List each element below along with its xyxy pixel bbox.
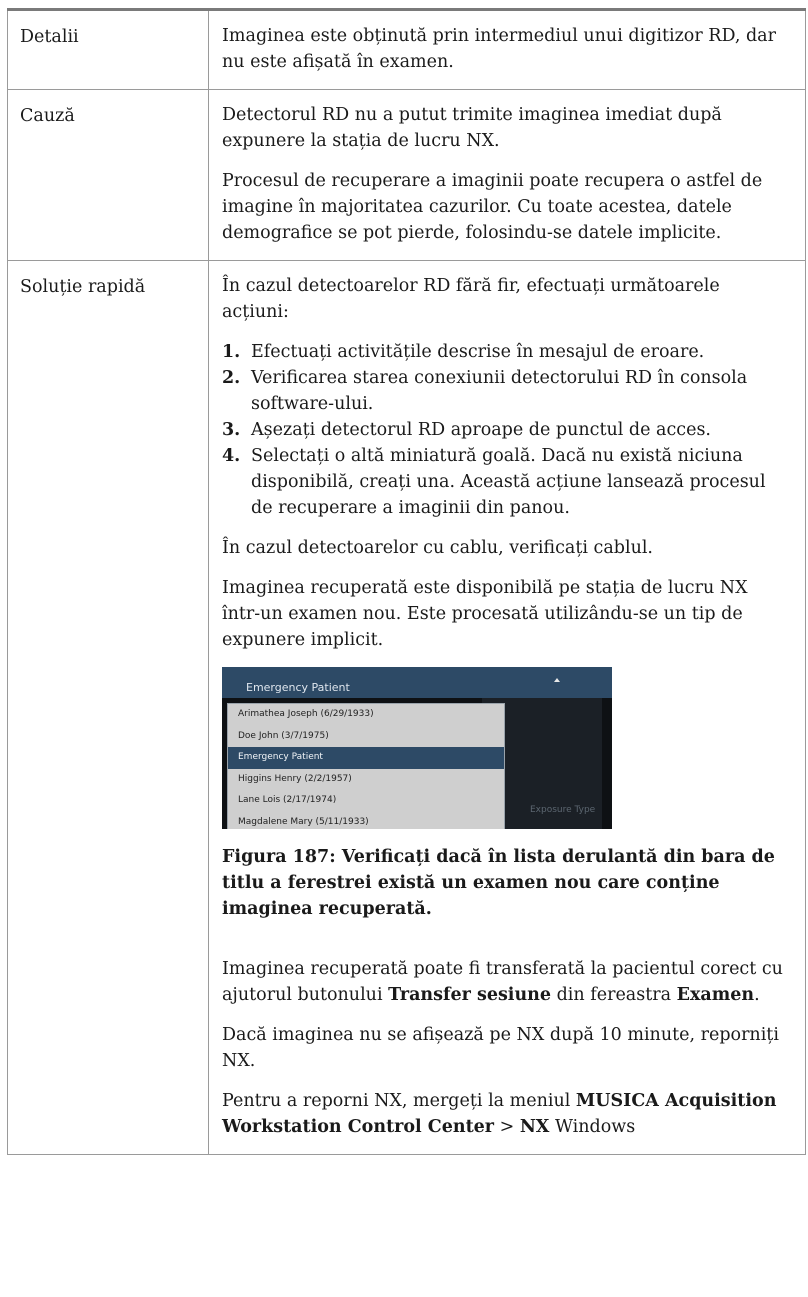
- figure-caption: Figura 187: Verificați dacă în lista der…: [222, 847, 775, 919]
- row-solutie: Soluție rapidă În cazul detectoarelor RD…: [7, 260, 806, 1155]
- reboot-text: Pentru a reporni NX, mergeți la meniul: [222, 1091, 576, 1111]
- solutie-intro: În cazul detectoarelor RD fără fir, efec…: [222, 276, 720, 322]
- screenshot-figure: Emergency Patient Exposure Type Arimathe…: [222, 667, 612, 829]
- cauza-paragraph-2: Procesul de recuperare a imaginii poate …: [222, 171, 763, 243]
- step-number: 4.: [222, 446, 241, 466]
- dropdown-option[interactable]: Arimathea Joseph (6/29/1933): [228, 704, 504, 726]
- list-item: 4. Selectați o altă miniatură goală. Dacă…: [222, 443, 791, 521]
- transfer-paragraph: Imaginea recuperată poate fi transferată…: [222, 956, 791, 1008]
- step-text: Așezați detectorul RD aproape de punctul…: [251, 420, 711, 440]
- exam-window-name: Examen: [676, 985, 755, 1005]
- step-text: Efectuați activitățile descrise în mesaj…: [251, 342, 705, 362]
- exam-dropdown-list: Arimathea Joseph (6/29/1933) Doe John (3…: [227, 703, 505, 829]
- row-label-cauza: Cauză: [20, 106, 75, 126]
- dropdown-option[interactable]: Doe John (3/7/1975): [228, 726, 504, 748]
- detalii-text: Imaginea este obținută prin intermediul …: [222, 26, 776, 72]
- transfer-button-name: Transfer sesiune: [388, 985, 552, 1005]
- reboot-text: Windows: [549, 1117, 636, 1137]
- cauza-paragraph-1: Detectorul RD nu a putut trimite imagine…: [222, 105, 722, 151]
- label-cell: Detalii: [7, 8, 209, 90]
- content-cell: În cazul detectoarelor RD fără fir, efec…: [208, 260, 806, 1155]
- exam-dropdown-title[interactable]: Emergency Patient: [246, 675, 350, 701]
- step-text: Selectați o altă miniatură goală. Dacă n…: [251, 446, 766, 518]
- dropdown-option[interactable]: Lane Lois (2/17/1974): [228, 790, 504, 812]
- dropdown-option[interactable]: Higgins Henry (2/2/1957): [228, 769, 504, 791]
- label-cell: Cauză: [7, 89, 209, 261]
- list-item: 3. Așezați detectorul RD aproape de punct…: [222, 417, 791, 443]
- steps-list: 1. Efectuați activitățile descrise în mes…: [222, 339, 791, 521]
- row-detalii: Detalii Imaginea este obținută prin inte…: [7, 8, 806, 90]
- label-cell: Soluție rapidă: [7, 260, 209, 1155]
- step-text: Verificarea starea conexiunii detectorul…: [251, 368, 748, 414]
- list-item: 1. Efectuați activitățile descrise în mes…: [222, 339, 791, 365]
- chevron-up-icon[interactable]: [554, 678, 560, 682]
- restart-paragraph: Dacă imaginea nu se afișează pe NX după …: [222, 1025, 779, 1071]
- step-number: 1.: [222, 342, 241, 362]
- dropdown-option[interactable]: Magdalene Mary (5/11/1933): [228, 812, 504, 830]
- exposure-type-label: Exposure Type: [530, 805, 596, 815]
- step-number: 3.: [222, 420, 241, 440]
- troubleshooting-table: Detalii Imaginea este obținută prin inte…: [7, 8, 806, 1155]
- recovered-paragraph: Imaginea recuperată este disponibilă pe …: [222, 578, 748, 650]
- reboot-paragraph: Pentru a reporni NX, mergeți la meniul M…: [222, 1088, 791, 1140]
- dropdown-option-selected[interactable]: Emergency Patient: [228, 747, 504, 769]
- list-item: 2. Verificarea starea conexiunii detector…: [222, 365, 791, 417]
- transfer-text: .: [754, 985, 760, 1005]
- row-label-solutie: Soluție rapidă: [20, 277, 146, 297]
- window-title-bar: Emergency Patient: [222, 667, 612, 698]
- reboot-text: >: [494, 1117, 520, 1137]
- content-cell: Detectorul RD nu a putut trimite imagine…: [208, 89, 806, 261]
- transfer-text: din fereastra: [551, 985, 677, 1005]
- cable-paragraph: În cazul detectoarelor cu cablu, verific…: [222, 538, 653, 558]
- content-cell: Imaginea este obținută prin intermediul …: [208, 8, 806, 90]
- nx-name: NX: [519, 1117, 550, 1137]
- row-cauza: Cauză Detectorul RD nu a putut trimite i…: [7, 89, 806, 261]
- row-label-detalii: Detalii: [20, 27, 79, 47]
- step-number: 2.: [222, 368, 241, 388]
